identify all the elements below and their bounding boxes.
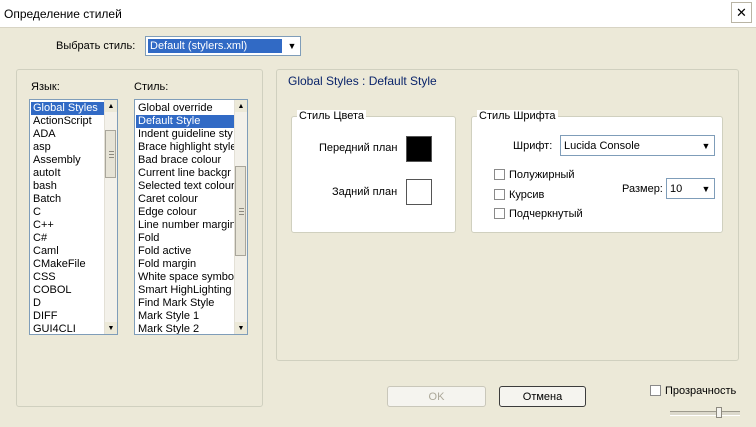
style-list-item[interactable]: Mark Style 1 — [136, 310, 234, 323]
background-color-swatch[interactable] — [406, 179, 432, 205]
language-list-item[interactable]: DIFF — [31, 310, 104, 323]
style-list-item[interactable]: Current line backgr — [136, 167, 234, 180]
italic-label: Курсив — [509, 189, 545, 201]
style-theme-value: Default (stylers.xml) — [148, 39, 282, 53]
language-header: Язык: — [31, 81, 60, 93]
slider-thumb[interactable] — [716, 407, 722, 418]
language-list-item[interactable]: COBOL — [31, 284, 104, 297]
color-style-group: Стиль Цвета — [291, 110, 456, 233]
language-list-item[interactable]: C++ — [31, 219, 104, 232]
font-label: Шрифт: — [513, 140, 553, 152]
title-bar: Определение стилей ✕ — [0, 0, 756, 28]
scroll-thumb[interactable] — [235, 166, 246, 256]
language-list-item[interactable]: CMakeFile — [31, 258, 104, 271]
scroll-thumb[interactable] — [105, 130, 116, 178]
language-list-scrollbar[interactable]: ▲ ▼ — [104, 100, 117, 334]
language-list-item[interactable]: GUI4CLI — [31, 323, 104, 334]
language-list-item[interactable]: CSS — [31, 271, 104, 284]
font-style-title: Стиль Шрифта — [477, 110, 558, 122]
transparency-checkbox[interactable] — [650, 385, 661, 396]
style-theme-select[interactable]: Default (stylers.xml) ▼ — [145, 36, 301, 56]
underline-label: Подчеркнутый — [509, 208, 583, 220]
font-select[interactable]: Lucida Console ▼ — [560, 135, 715, 156]
italic-checkbox[interactable] — [494, 189, 505, 200]
language-list-item[interactable]: Batch — [31, 193, 104, 206]
underline-checkbox[interactable] — [494, 208, 505, 219]
language-list-item[interactable]: C# — [31, 232, 104, 245]
style-details-heading: Global Styles : Default Style — [288, 74, 437, 88]
cancel-button[interactable]: Отмена — [499, 386, 586, 407]
language-list-item[interactable]: Caml — [31, 245, 104, 258]
chevron-down-icon[interactable]: ▼ — [284, 37, 300, 55]
close-icon[interactable]: ✕ — [731, 2, 752, 23]
language-list-item[interactable]: autoIt — [31, 167, 104, 180]
select-style-label: Выбрать стиль: — [56, 40, 136, 52]
language-list-item[interactable]: bash — [31, 180, 104, 193]
foreground-label: Передний план — [319, 142, 398, 154]
style-list-item[interactable]: Find Mark Style — [136, 297, 234, 310]
language-list-item[interactable]: ActionScript — [31, 115, 104, 128]
language-list-item[interactable]: asp — [31, 141, 104, 154]
language-list[interactable]: Global Styles ActionScript ADA asp Assembly a… — [29, 99, 118, 335]
style-list-item[interactable]: Mark Style 2 — [136, 323, 234, 334]
style-list-item[interactable]: White space symbo — [136, 271, 234, 284]
transparency-slider[interactable] — [670, 407, 740, 418]
scroll-up-icon[interactable]: ▲ — [105, 100, 117, 112]
style-list-item[interactable]: Fold — [136, 232, 234, 245]
font-size-select[interactable]: 10 ▼ — [666, 178, 715, 199]
language-list-item[interactable]: D — [31, 297, 104, 310]
language-list-item[interactable]: Assembly — [31, 154, 104, 167]
scroll-down-icon[interactable]: ▼ — [235, 322, 247, 334]
chevron-down-icon[interactable]: ▼ — [698, 179, 714, 198]
style-list-item[interactable]: Line number margin — [136, 219, 234, 232]
style-list-item[interactable]: Bad brace colour — [136, 154, 234, 167]
language-list-item[interactable]: ADA — [31, 128, 104, 141]
color-style-title: Стиль Цвета — [297, 110, 366, 122]
style-header: Стиль: — [134, 81, 169, 93]
style-list-item[interactable]: Global override — [136, 102, 234, 115]
window-title: Определение стилей — [4, 7, 122, 21]
language-list-item[interactable]: Global Styles — [31, 102, 104, 115]
scroll-up-icon[interactable]: ▲ — [235, 100, 247, 112]
foreground-color-swatch[interactable] — [406, 136, 432, 162]
bold-checkbox[interactable] — [494, 169, 505, 180]
background-label: Задний план — [332, 186, 398, 198]
style-list-item[interactable]: Fold active — [136, 245, 234, 258]
scroll-down-icon[interactable]: ▼ — [105, 322, 117, 334]
size-label: Размер: — [622, 183, 663, 195]
style-list-item[interactable]: Selected text colour — [136, 180, 234, 193]
chevron-down-icon[interactable]: ▼ — [698, 136, 714, 155]
transparency-label: Прозрачность — [665, 385, 737, 397]
style-list[interactable]: Global override Default Style Indent guide… — [134, 99, 248, 335]
ok-button[interactable]: OK — [387, 386, 486, 407]
font-value: Lucida Console — [564, 140, 640, 152]
style-list-item[interactable]: Caret colour — [136, 193, 234, 206]
font-size-value: 10 — [670, 183, 683, 195]
style-list-item[interactable]: Fold margin — [136, 258, 234, 271]
language-list-item[interactable]: C — [31, 206, 104, 219]
style-list-item[interactable]: Default Style — [136, 115, 234, 128]
style-list-item[interactable]: Indent guideline sty — [136, 128, 234, 141]
style-list-item[interactable]: Brace highlight style — [136, 141, 234, 154]
bold-label: Полужирный — [509, 169, 575, 181]
style-list-item[interactable]: Edge colour — [136, 206, 234, 219]
style-list-scrollbar[interactable]: ▲ ▼ — [234, 100, 247, 334]
style-list-item[interactable]: Smart HighLighting — [136, 284, 234, 297]
